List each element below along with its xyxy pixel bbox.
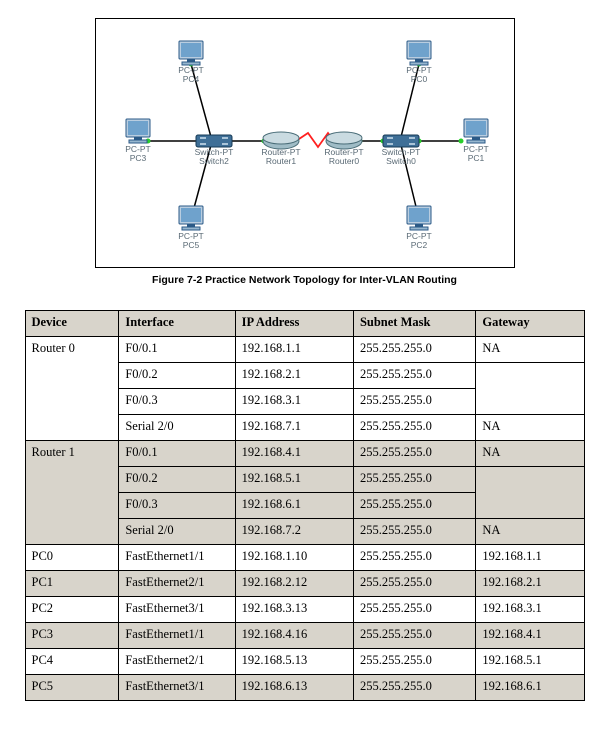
table-cell: 192.168.7.1 xyxy=(235,415,353,441)
table-cell: NA xyxy=(476,519,584,545)
table-cell: FastEthernet2/1 xyxy=(119,571,235,597)
table-cell: 192.168.3.1 xyxy=(476,597,584,623)
pc1-label-2: PC1 xyxy=(467,153,484,163)
table-cell xyxy=(476,467,584,519)
pc0-label-2: PC0 xyxy=(410,74,427,84)
table-cell: 255.255.255.0 xyxy=(353,519,475,545)
table-row: PC3FastEthernet1/1192.168.4.16255.255.25… xyxy=(25,623,584,649)
table-row: PC5FastEthernet3/1192.168.6.13255.255.25… xyxy=(25,675,584,701)
table-cell: 192.168.1.1 xyxy=(235,337,353,363)
table-cell: 192.168.5.1 xyxy=(235,467,353,493)
table-cell: PC1 xyxy=(25,571,119,597)
table-cell: F0/0.2 xyxy=(119,467,235,493)
table-cell: 192.168.5.13 xyxy=(235,649,353,675)
th-mask: Subnet Mask xyxy=(353,311,475,337)
table-cell: FastEthernet1/1 xyxy=(119,623,235,649)
table-cell: 192.168.2.1 xyxy=(476,571,584,597)
table-cell: 192.168.3.13 xyxy=(235,597,353,623)
table-cell: Serial 2/0 xyxy=(119,519,235,545)
r0-label-2: Router0 xyxy=(328,156,359,166)
table-cell: 192.168.4.1 xyxy=(235,441,353,467)
table-cell: 255.255.255.0 xyxy=(353,545,475,571)
table-cell: 255.255.255.0 xyxy=(353,675,475,701)
sw0-label-2: Switch0 xyxy=(386,156,416,166)
table-cell: 192.168.4.16 xyxy=(235,623,353,649)
topology-diagram: PC-PT PC4 PC-PT PC0 PC-PT PC3 PC-PT PC1 … xyxy=(95,18,515,268)
th-gateway: Gateway xyxy=(476,311,584,337)
addressing-table: Device Interface IP Address Subnet Mask … xyxy=(25,310,585,701)
table-cell xyxy=(476,363,584,415)
pc1-icon xyxy=(464,119,488,143)
table-cell: 255.255.255.0 xyxy=(353,493,475,519)
table-cell: 192.168.4.1 xyxy=(476,623,584,649)
table-cell: F0/0.3 xyxy=(119,389,235,415)
table-row: PC0FastEthernet1/1192.168.1.10255.255.25… xyxy=(25,545,584,571)
table-cell: 192.168.6.13 xyxy=(235,675,353,701)
table-cell: 192.168.1.1 xyxy=(476,545,584,571)
table-cell: 192.168.6.1 xyxy=(235,493,353,519)
table-cell: 255.255.255.0 xyxy=(353,415,475,441)
table-cell: Router 1 xyxy=(25,441,119,545)
pc5-icon xyxy=(179,206,203,230)
r1-label-2: Router1 xyxy=(265,156,296,166)
table-header-row: Device Interface IP Address Subnet Mask … xyxy=(25,311,584,337)
table-cell: F0/0.1 xyxy=(119,441,235,467)
table-cell: 192.168.2.12 xyxy=(235,571,353,597)
switch0-icon xyxy=(383,135,419,147)
table-cell: FastEthernet3/1 xyxy=(119,597,235,623)
table-cell: 255.255.255.0 xyxy=(353,363,475,389)
table-cell: 192.168.5.1 xyxy=(476,649,584,675)
table-cell: F0/0.3 xyxy=(119,493,235,519)
table-cell: NA xyxy=(476,441,584,467)
table-cell: 192.168.3.1 xyxy=(235,389,353,415)
table-cell: PC5 xyxy=(25,675,119,701)
table-cell: NA xyxy=(476,415,584,441)
pc5-label-2: PC5 xyxy=(182,240,199,250)
pc4-label-2: PC4 xyxy=(182,74,199,84)
table-cell: FastEthernet1/1 xyxy=(119,545,235,571)
th-device: Device xyxy=(25,311,119,337)
table-cell: 255.255.255.0 xyxy=(353,337,475,363)
pc2-icon xyxy=(407,206,431,230)
table-cell: PC2 xyxy=(25,597,119,623)
table-cell: 192.168.1.10 xyxy=(235,545,353,571)
th-interface: Interface xyxy=(119,311,235,337)
table-cell: PC3 xyxy=(25,623,119,649)
table-cell: 192.168.6.1 xyxy=(476,675,584,701)
table-cell: 255.255.255.0 xyxy=(353,597,475,623)
table-cell: 255.255.255.0 xyxy=(353,571,475,597)
table-cell: NA xyxy=(476,337,584,363)
switch2-icon xyxy=(196,135,232,147)
table-cell: 255.255.255.0 xyxy=(353,623,475,649)
table-cell: 255.255.255.0 xyxy=(353,649,475,675)
table-cell: Serial 2/0 xyxy=(119,415,235,441)
pc0-icon xyxy=(407,41,431,65)
table-cell: 192.168.7.2 xyxy=(235,519,353,545)
pc3-label-2: PC3 xyxy=(129,153,146,163)
pc4-icon xyxy=(179,41,203,65)
table-cell: 255.255.255.0 xyxy=(353,467,475,493)
table-cell: 255.255.255.0 xyxy=(353,389,475,415)
table-cell: Router 0 xyxy=(25,337,119,441)
table-cell: FastEthernet2/1 xyxy=(119,649,235,675)
table-row: Router 0F0/0.1192.168.1.1255.255.255.0NA xyxy=(25,337,584,363)
table-row: PC1FastEthernet2/1192.168.2.12255.255.25… xyxy=(25,571,584,597)
table-row: Router 1F0/0.1192.168.4.1255.255.255.0NA xyxy=(25,441,584,467)
table-cell: 255.255.255.0 xyxy=(353,441,475,467)
table-row: PC4FastEthernet2/1192.168.5.13255.255.25… xyxy=(25,649,584,675)
sw2-label-2: Switch2 xyxy=(199,156,229,166)
table-cell: FastEthernet3/1 xyxy=(119,675,235,701)
pc2-label-2: PC2 xyxy=(410,240,427,250)
table-cell: F0/0.1 xyxy=(119,337,235,363)
table-cell: 192.168.2.1 xyxy=(235,363,353,389)
table-cell: PC4 xyxy=(25,649,119,675)
table-cell: PC0 xyxy=(25,545,119,571)
th-ip: IP Address xyxy=(235,311,353,337)
figure-caption: Figure 7-2 Practice Network Topology for… xyxy=(12,274,597,286)
table-cell: F0/0.2 xyxy=(119,363,235,389)
table-row: PC2FastEthernet3/1192.168.3.13255.255.25… xyxy=(25,597,584,623)
